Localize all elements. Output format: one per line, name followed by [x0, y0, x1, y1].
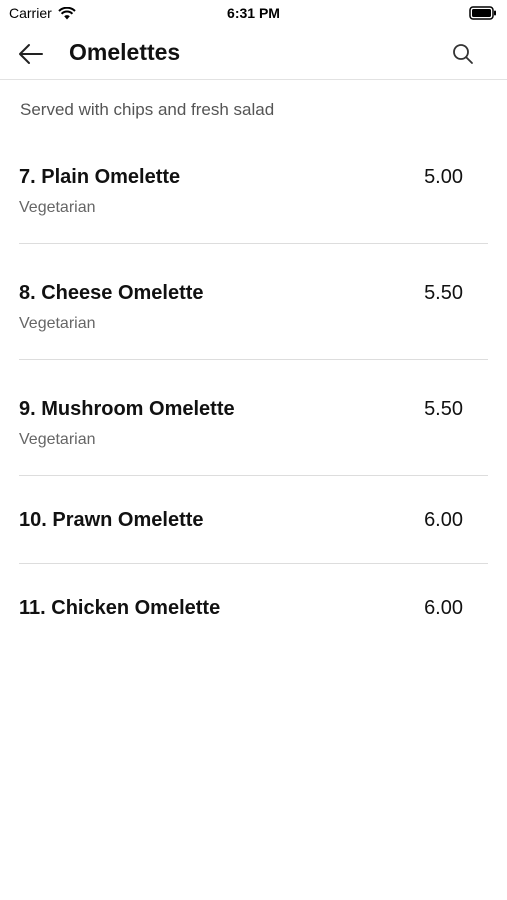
item-tag: Vegetarian [19, 431, 96, 448]
menu-item[interactable]: 9. Mushroom Omelette Vegetarian 5.50 [19, 360, 488, 476]
item-price: 6.00 [424, 597, 463, 619]
status-time: 6:31 PM [227, 5, 280, 21]
item-name: 11. Chicken Omelette [19, 597, 221, 619]
item-price: 5.00 [424, 166, 463, 188]
item-price: 5.50 [424, 398, 463, 420]
search-icon [453, 44, 473, 64]
category-description: Served with chips and fresh salad [20, 100, 275, 119]
back-button[interactable] [14, 38, 48, 70]
item-tag: Vegetarian [19, 199, 96, 216]
item-name: 8. Cheese Omelette [19, 282, 204, 304]
item-name: 9. Mushroom Omelette [19, 398, 235, 420]
status-bar: Carrier 6:31 PM [0, 0, 507, 28]
menu-item[interactable]: 7. Plain Omelette Vegetarian 5.00 [19, 128, 488, 244]
item-name: 10. Prawn Omelette [19, 509, 204, 531]
item-price: 6.00 [424, 509, 463, 531]
page-title: Omelettes [69, 39, 181, 65]
search-button[interactable] [447, 38, 479, 70]
battery-icon [469, 6, 497, 23]
arrow-left-icon [19, 44, 43, 64]
menu-list: 7. Plain Omelette Vegetarian 5.00 8. Che… [19, 128, 488, 652]
item-name: 7. Plain Omelette [19, 166, 181, 188]
item-price: 5.50 [424, 282, 463, 304]
nav-bar: Omelettes [0, 28, 507, 80]
menu-item[interactable]: 11. Chicken Omelette 6.00 [19, 564, 488, 652]
menu-item[interactable]: 8. Cheese Omelette Vegetarian 5.50 [19, 244, 488, 360]
item-tag: Vegetarian [19, 315, 96, 332]
menu-item[interactable]: 10. Prawn Omelette 6.00 [19, 476, 488, 564]
